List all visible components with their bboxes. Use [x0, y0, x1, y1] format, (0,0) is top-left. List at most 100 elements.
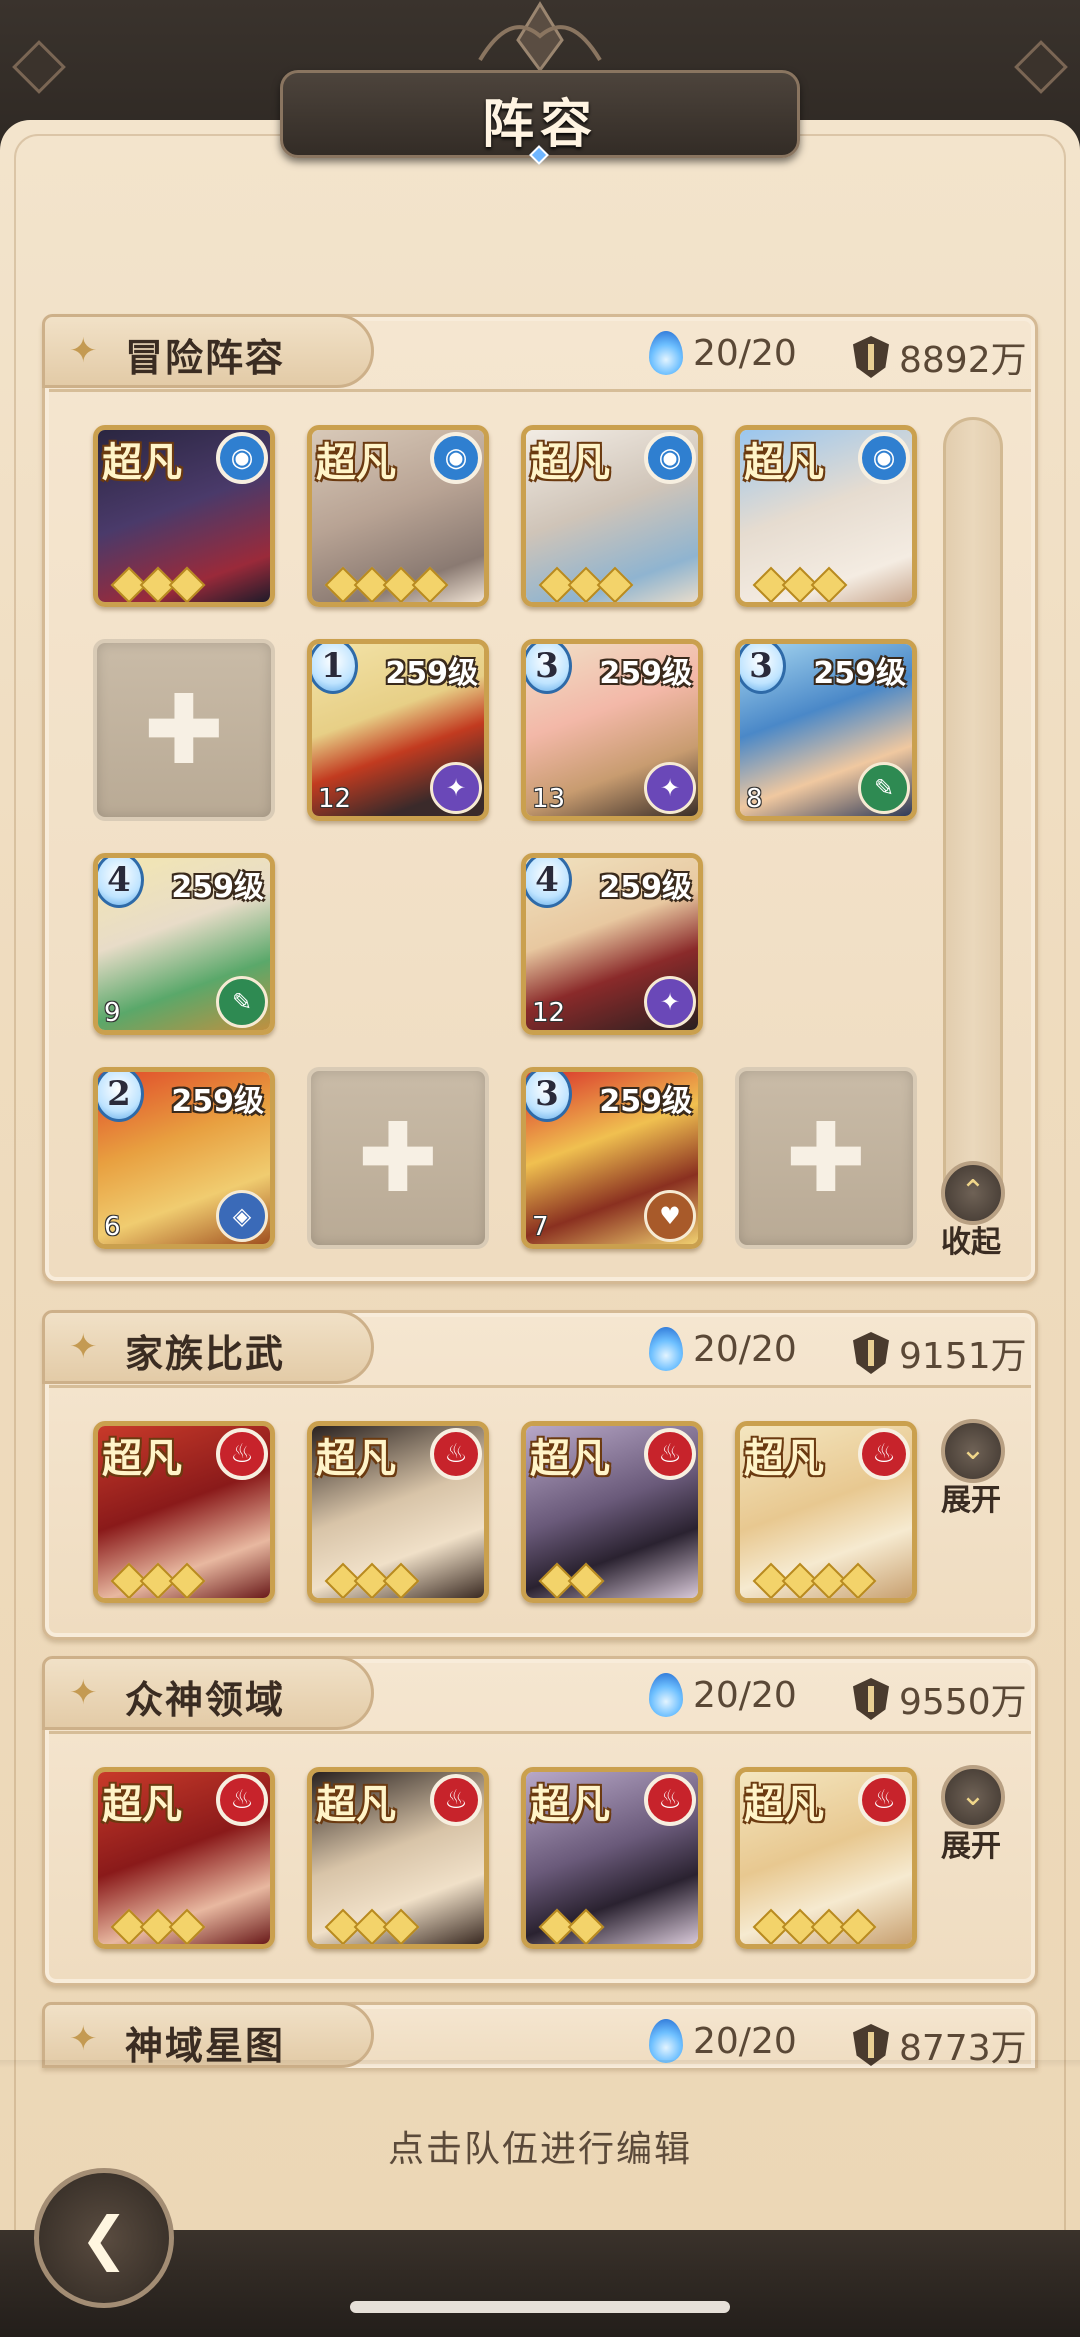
edit-hint: 点击队伍进行编辑 — [387, 2129, 692, 2170]
tier-label: 超凡 — [102, 1781, 182, 1828]
home-indicator[interactable] — [350, 2301, 730, 2313]
panel-title: 众神领域 — [125, 1678, 286, 1722]
tier-label: 超凡 — [744, 1781, 824, 1828]
tier-label: 超凡 — [102, 1435, 182, 1482]
hero-card[interactable]: 超凡 ♨ — [307, 1767, 489, 1949]
star-rating — [110, 1908, 206, 1944]
star-icon: ✦ — [69, 2019, 98, 2059]
star-rating — [538, 1908, 605, 1944]
expand-label[interactable]: 展开 — [941, 1475, 1001, 1519]
hero-count: 6 — [104, 1212, 121, 1242]
power-stat: 9550万 — [853, 1673, 1027, 1725]
hero-count: 9 — [104, 998, 121, 1028]
hero-card[interactable]: 超凡 ♨ — [521, 1767, 703, 1949]
fire-element-icon: ♨ — [644, 1428, 696, 1480]
energy-flame-icon — [649, 1327, 683, 1371]
hero-card[interactable]: 超凡 ♨ — [735, 1767, 917, 1949]
collapse-button[interactable]: ⌃ — [941, 1161, 1005, 1225]
energy-flame-icon — [649, 2019, 683, 2063]
expand-label[interactable]: 展开 — [941, 1821, 1001, 1865]
hero-card[interactable]: 超凡 ♨ — [521, 1421, 703, 1603]
empty-slot[interactable]: ✚ — [735, 1067, 917, 1249]
power-stat: 9151万 — [853, 1327, 1027, 1379]
water-element-icon: ◉ — [858, 432, 910, 484]
panel-tab: ✦ 众神领域 — [42, 1656, 374, 1730]
hero-card[interactable]: 2 259级 6 ◈ — [93, 1067, 275, 1249]
star-icon: ✦ — [69, 1327, 98, 1367]
hero-count: 7 — [532, 1212, 549, 1242]
hero-card[interactable]: 超凡 ♨ — [735, 1421, 917, 1603]
hero-count: 12 — [318, 784, 352, 814]
star-rating — [324, 566, 449, 602]
class-icon: ✎ — [216, 976, 268, 1028]
power-stat: 8892万 — [853, 331, 1027, 383]
hero-card[interactable]: 超凡 ♨ — [307, 1421, 489, 1603]
hero-card[interactable]: 3 259级 8 ✎ — [735, 639, 917, 821]
star-rating — [752, 566, 848, 602]
add-icon: ✚ — [143, 674, 225, 786]
tier-label: 超凡 — [744, 1435, 824, 1482]
energy-value: 20/20 — [693, 2020, 797, 2062]
star-rating — [752, 1908, 877, 1944]
add-icon: ✚ — [357, 1102, 439, 1214]
panel-title: 冒险阵容 — [125, 336, 286, 380]
hero-level: 259级 — [813, 656, 906, 691]
team-panel-guild-duel[interactable]: ✦ 家族比武 20/20 9151万 超凡 ♨ 超凡 ♨ 超凡 ♨ 超凡 ♨ ⌄… — [42, 1310, 1038, 1640]
class-icon: ✎ — [858, 762, 910, 814]
tier-label: 超凡 — [530, 1781, 610, 1828]
hero-card[interactable]: 超凡 ♨ — [93, 1767, 275, 1949]
collapse-label[interactable]: 收起 — [941, 1217, 1001, 1261]
rank-badge: 1 — [312, 644, 358, 694]
empty-slot[interactable]: ✚ — [93, 639, 275, 821]
hero-card[interactable]: 超凡 ◉ — [93, 425, 275, 607]
class-icon: ♥ — [644, 1190, 696, 1242]
fire-element-icon: ♨ — [216, 1428, 268, 1480]
fire-element-icon: ♨ — [430, 1428, 482, 1480]
hero-card[interactable]: 超凡 ♨ — [93, 1421, 275, 1603]
back-arrow-icon: ❮ — [79, 2204, 129, 2272]
tier-label: 超凡 — [316, 1435, 396, 1482]
rank-badge: 4 — [98, 858, 144, 908]
back-button[interactable]: ❮ — [34, 2168, 174, 2308]
power-shield-icon — [853, 336, 889, 378]
expand-button[interactable]: ⌄ — [941, 1419, 1005, 1483]
fire-element-icon: ♨ — [858, 1428, 910, 1480]
empty-slot[interactable]: ✚ — [307, 1067, 489, 1249]
star-rating — [110, 1562, 206, 1598]
star-rating — [538, 566, 634, 602]
divider — [49, 1731, 1031, 1734]
hero-card[interactable]: 超凡 ◉ — [521, 425, 703, 607]
hero-card[interactable]: 超凡 ◉ — [307, 425, 489, 607]
fire-element-icon: ♨ — [644, 1774, 696, 1826]
add-icon: ✚ — [785, 1102, 867, 1214]
energy-stat: 20/20 — [649, 1673, 797, 1717]
hero-card[interactable]: 3 259级 13 ✦ — [521, 639, 703, 821]
team-panel-adventure[interactable]: ✦ 冒险阵容 20/20 8892万 超凡 ◉ 超凡 ◉ 超凡 ◉ 超凡 ◉ ✚… — [42, 314, 1038, 1284]
expand-button[interactable]: ⌄ — [941, 1765, 1005, 1829]
team-panel-gods-domain[interactable]: ✦ 众神领域 20/20 9550万 超凡 ♨ 超凡 ♨ 超凡 ♨ 超凡 ♨ ⌄… — [42, 1656, 1038, 1986]
power-value: 9151万 — [899, 1336, 1027, 1377]
scroll-track[interactable] — [943, 417, 1003, 1217]
power-value: 8892万 — [899, 340, 1027, 381]
star-rating — [324, 1562, 420, 1598]
rank-badge: 3 — [526, 1072, 572, 1122]
energy-stat: 20/20 — [649, 331, 797, 375]
hero-card[interactable]: 4 259级 12 ✦ — [521, 853, 703, 1035]
hero-level: 259级 — [171, 1084, 264, 1119]
energy-value: 20/20 — [693, 1328, 797, 1370]
power-value: 9550万 — [899, 1682, 1027, 1723]
hero-count: 13 — [532, 784, 566, 814]
class-icon: ✦ — [430, 762, 482, 814]
team-panel-star-map[interactable]: ✦ 神域星图 20/20 8773万 — [42, 2002, 1038, 2069]
divider — [49, 389, 1031, 392]
hero-card[interactable]: 3 259级 7 ♥ — [521, 1067, 703, 1249]
rank-badge: 3 — [526, 644, 572, 694]
class-icon: ✦ — [644, 976, 696, 1028]
hero-card[interactable]: 4 259级 9 ✎ — [93, 853, 275, 1035]
hero-card[interactable]: 1 259级 12 ✦ — [307, 639, 489, 821]
energy-stat: 20/20 — [649, 1327, 797, 1371]
hero-level: 259级 — [171, 870, 264, 905]
tier-label: 超凡 — [102, 439, 182, 486]
star-icon: ✦ — [69, 1673, 98, 1713]
hero-card[interactable]: 超凡 ◉ — [735, 425, 917, 607]
